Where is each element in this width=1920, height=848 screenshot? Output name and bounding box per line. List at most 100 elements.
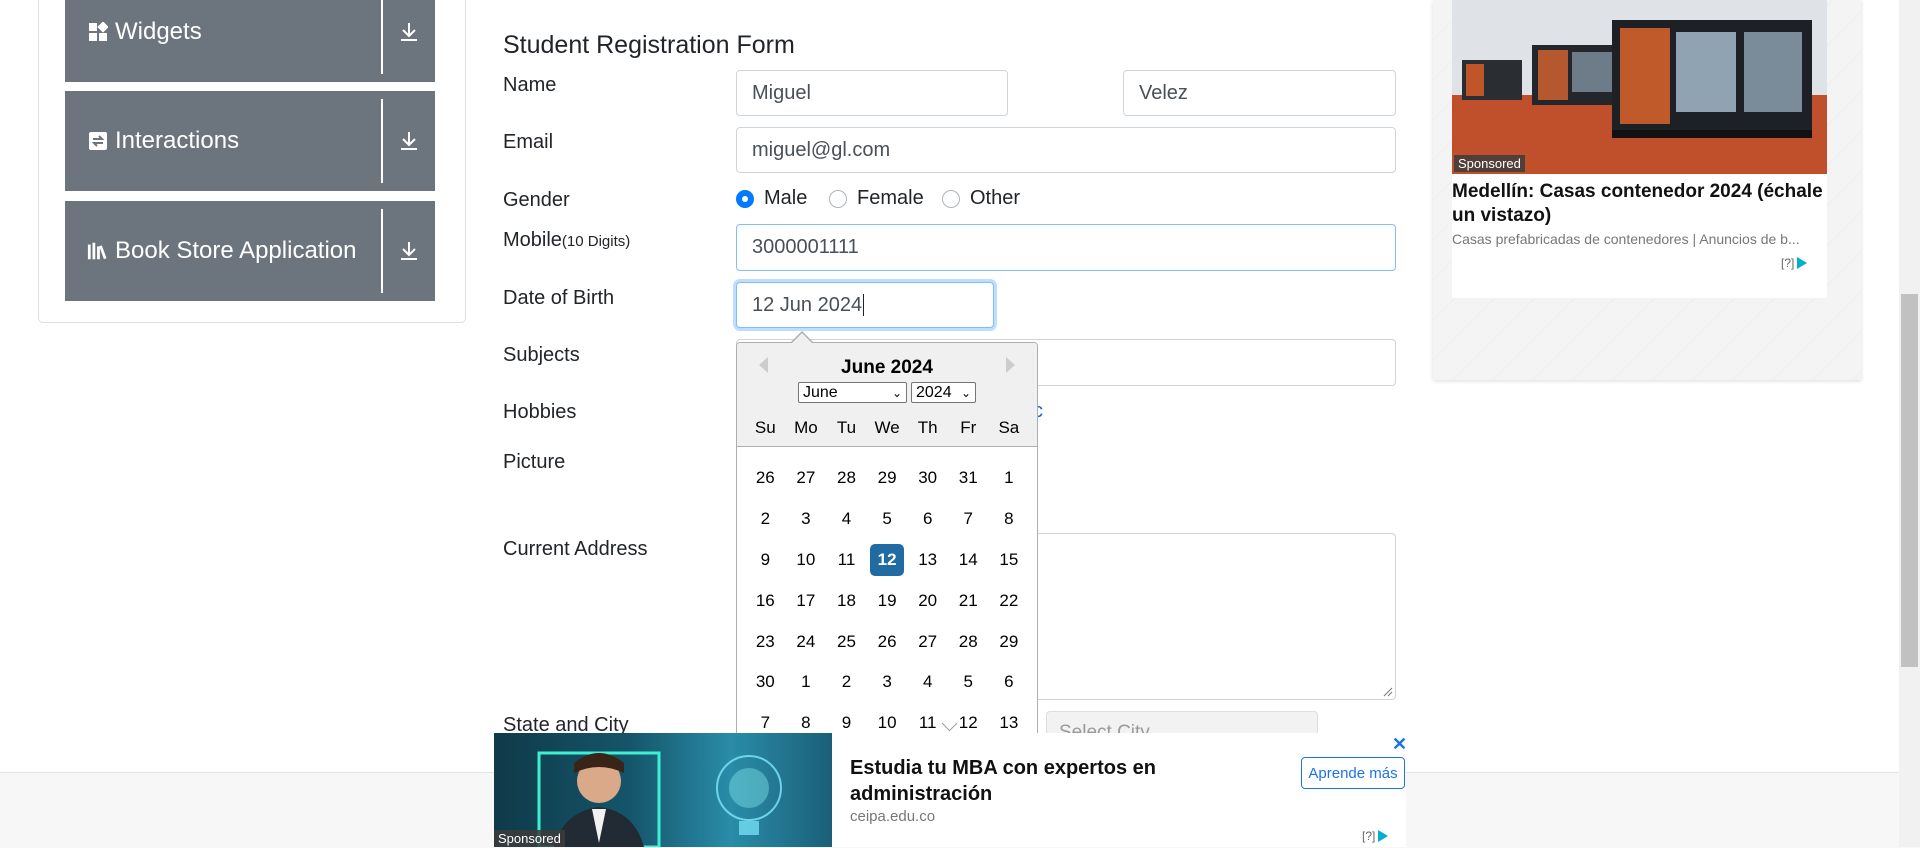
radio-male[interactable] xyxy=(736,189,754,208)
gender-male[interactable]: Male xyxy=(736,187,807,210)
datepicker-day[interactable]: 1 xyxy=(786,672,827,692)
datepicker-day[interactable]: 4 xyxy=(907,672,948,692)
datepicker-day[interactable]: 27 xyxy=(907,632,948,652)
download-icon[interactable] xyxy=(383,91,435,191)
datepicker-day[interactable]: 5 xyxy=(948,672,989,692)
ad-image-container-houses[interactable]: Sponsored xyxy=(1452,0,1827,174)
datepicker-day[interactable]: 29 xyxy=(989,632,1030,652)
adchoices-icon[interactable]: [?] xyxy=(1362,829,1389,843)
datepicker-day[interactable]: 18 xyxy=(826,591,867,611)
mobile-label-text: Mobile xyxy=(503,229,562,251)
page-scrollbar[interactable] xyxy=(1899,0,1920,847)
datepicker-day[interactable]: 8 xyxy=(786,713,827,733)
datepicker-day[interactable]: 10 xyxy=(867,713,908,733)
mobile-input[interactable]: 3000001111 xyxy=(736,224,1396,271)
gender-option-label: Female xyxy=(857,187,924,209)
datepicker-day[interactable]: 14 xyxy=(948,550,989,570)
last-name-input[interactable]: Velez xyxy=(1123,70,1396,116)
datepicker-day[interactable]: 29 xyxy=(867,468,908,488)
gender-other[interactable]: Other xyxy=(942,187,1020,210)
datepicker-day[interactable]: 31 xyxy=(948,468,989,488)
form-title: Student Registration Form xyxy=(503,31,795,59)
datepicker-week: 9 10 11 12 13 14 15 xyxy=(745,540,1029,581)
datepicker-day[interactable]: 21 xyxy=(948,591,989,611)
bottom-ad[interactable]: Sponsored Estudia tu MBA con expertos en… xyxy=(494,733,1407,847)
datepicker-day[interactable]: 8 xyxy=(989,509,1030,529)
ad-image-mba[interactable]: Sponsored xyxy=(494,733,832,847)
datepicker-day[interactable]: 19 xyxy=(867,591,908,611)
datepicker-day[interactable]: 1 xyxy=(989,468,1030,488)
sidebar-group-book-store[interactable]: Book Store Application xyxy=(65,201,435,301)
gender-female[interactable]: Female xyxy=(829,187,924,210)
ad-card[interactable]: Sponsored xyxy=(1452,0,1827,298)
close-icon[interactable]: ✕ xyxy=(1392,734,1407,755)
sidebar-group-widgets[interactable]: Widgets xyxy=(65,0,435,82)
sidebar-ad[interactable]: Sponsored Medellín: Casas contenedor 202… xyxy=(1433,0,1861,380)
datepicker-day[interactable]: 24 xyxy=(786,632,827,652)
datepicker-day[interactable]: 28 xyxy=(948,632,989,652)
widgets-icon xyxy=(87,21,109,43)
datepicker-day[interactable]: 4 xyxy=(826,509,867,529)
sidebar-group-interactions[interactable]: Interactions xyxy=(65,91,435,191)
text-caret xyxy=(863,294,865,316)
datepicker-day[interactable]: 26 xyxy=(867,632,908,652)
month-select-value: June xyxy=(803,383,838,401)
datepicker-day[interactable]: 6 xyxy=(989,672,1030,692)
gender-option-label: Male xyxy=(764,187,808,209)
sponsored-tag: Sponsored xyxy=(1454,155,1525,172)
email-label: Email xyxy=(503,131,554,153)
datepicker-day[interactable]: 17 xyxy=(786,591,827,611)
datepicker-day[interactable]: 25 xyxy=(826,632,867,652)
radio-other[interactable] xyxy=(942,189,960,208)
datepicker-day[interactable]: 28 xyxy=(826,468,867,488)
datepicker-day[interactable]: 15 xyxy=(989,550,1030,570)
adchoice-label: [?] xyxy=(1781,256,1795,270)
sponsored-tag: Sponsored xyxy=(494,830,565,847)
datepicker-day[interactable]: 30 xyxy=(745,672,786,692)
datepicker-day[interactable]: 7 xyxy=(745,713,786,733)
adchoices-icon[interactable]: [?] xyxy=(1781,256,1808,270)
download-icon[interactable] xyxy=(383,201,435,301)
first-name-input[interactable]: Miguel xyxy=(736,70,1008,116)
datepicker-day[interactable]: 7 xyxy=(948,509,989,529)
datepicker-day[interactable]: 12 xyxy=(870,543,905,576)
datepicker-day[interactable]: 13 xyxy=(989,713,1030,733)
mobile-label: Mobile(10 Digits) xyxy=(503,229,630,252)
weekday-label: We xyxy=(874,418,900,437)
container-house-image xyxy=(1452,0,1827,174)
datepicker-day[interactable]: 13 xyxy=(907,550,948,570)
download-icon[interactable] xyxy=(383,0,435,82)
bottom-ad-title[interactable]: Estudia tu MBA con expertos en administr… xyxy=(850,755,1190,807)
mobile-hint: (10 Digits) xyxy=(561,233,631,250)
datepicker-day[interactable]: 5 xyxy=(867,509,908,529)
datepicker-day[interactable]: 2 xyxy=(745,509,786,529)
month-select[interactable]: June ⌄ xyxy=(798,382,907,403)
datepicker-day[interactable]: 30 xyxy=(907,468,948,488)
bottom-ad-domain[interactable]: ceipa.edu.co xyxy=(850,808,935,825)
datepicker-day[interactable]: 2 xyxy=(826,672,867,692)
datepicker-day[interactable]: 20 xyxy=(907,591,948,611)
datepicker-day[interactable]: 6 xyxy=(907,509,948,529)
email-input[interactable]: miguel@gl.com xyxy=(736,127,1396,173)
scrollbar-thumb[interactable] xyxy=(1901,294,1918,667)
datepicker-day[interactable]: 11 xyxy=(826,550,867,570)
ad-subtext[interactable]: Casas prefabricadas de contenedores | An… xyxy=(1452,231,1827,247)
datepicker-day[interactable]: 3 xyxy=(786,509,827,529)
datepicker-day[interactable]: 23 xyxy=(745,632,786,652)
datepicker-day[interactable]: 3 xyxy=(867,672,908,692)
year-select[interactable]: 2024 ⌄ xyxy=(911,382,976,403)
ad-headline[interactable]: Medellín: Casas contenedor 2024 (échale … xyxy=(1452,180,1832,228)
learn-more-button[interactable]: Aprende más xyxy=(1301,757,1405,789)
resize-handle-icon[interactable] xyxy=(1383,687,1393,697)
dob-input[interactable]: 12 Jun 2024 xyxy=(736,282,994,328)
datepicker-day[interactable]: 16 xyxy=(745,591,786,611)
datepicker-day[interactable]: 10 xyxy=(786,550,827,570)
datepicker-day[interactable]: 27 xyxy=(786,468,827,488)
weekday-label: Su xyxy=(754,418,776,437)
radio-female[interactable] xyxy=(829,189,847,208)
sidebar-group-label: Book Store Application xyxy=(115,237,357,264)
datepicker-day[interactable]: 22 xyxy=(989,591,1030,611)
datepicker-day[interactable]: 9 xyxy=(745,550,786,570)
datepicker-day[interactable]: 9 xyxy=(826,713,867,733)
datepicker-day[interactable]: 26 xyxy=(745,468,786,488)
